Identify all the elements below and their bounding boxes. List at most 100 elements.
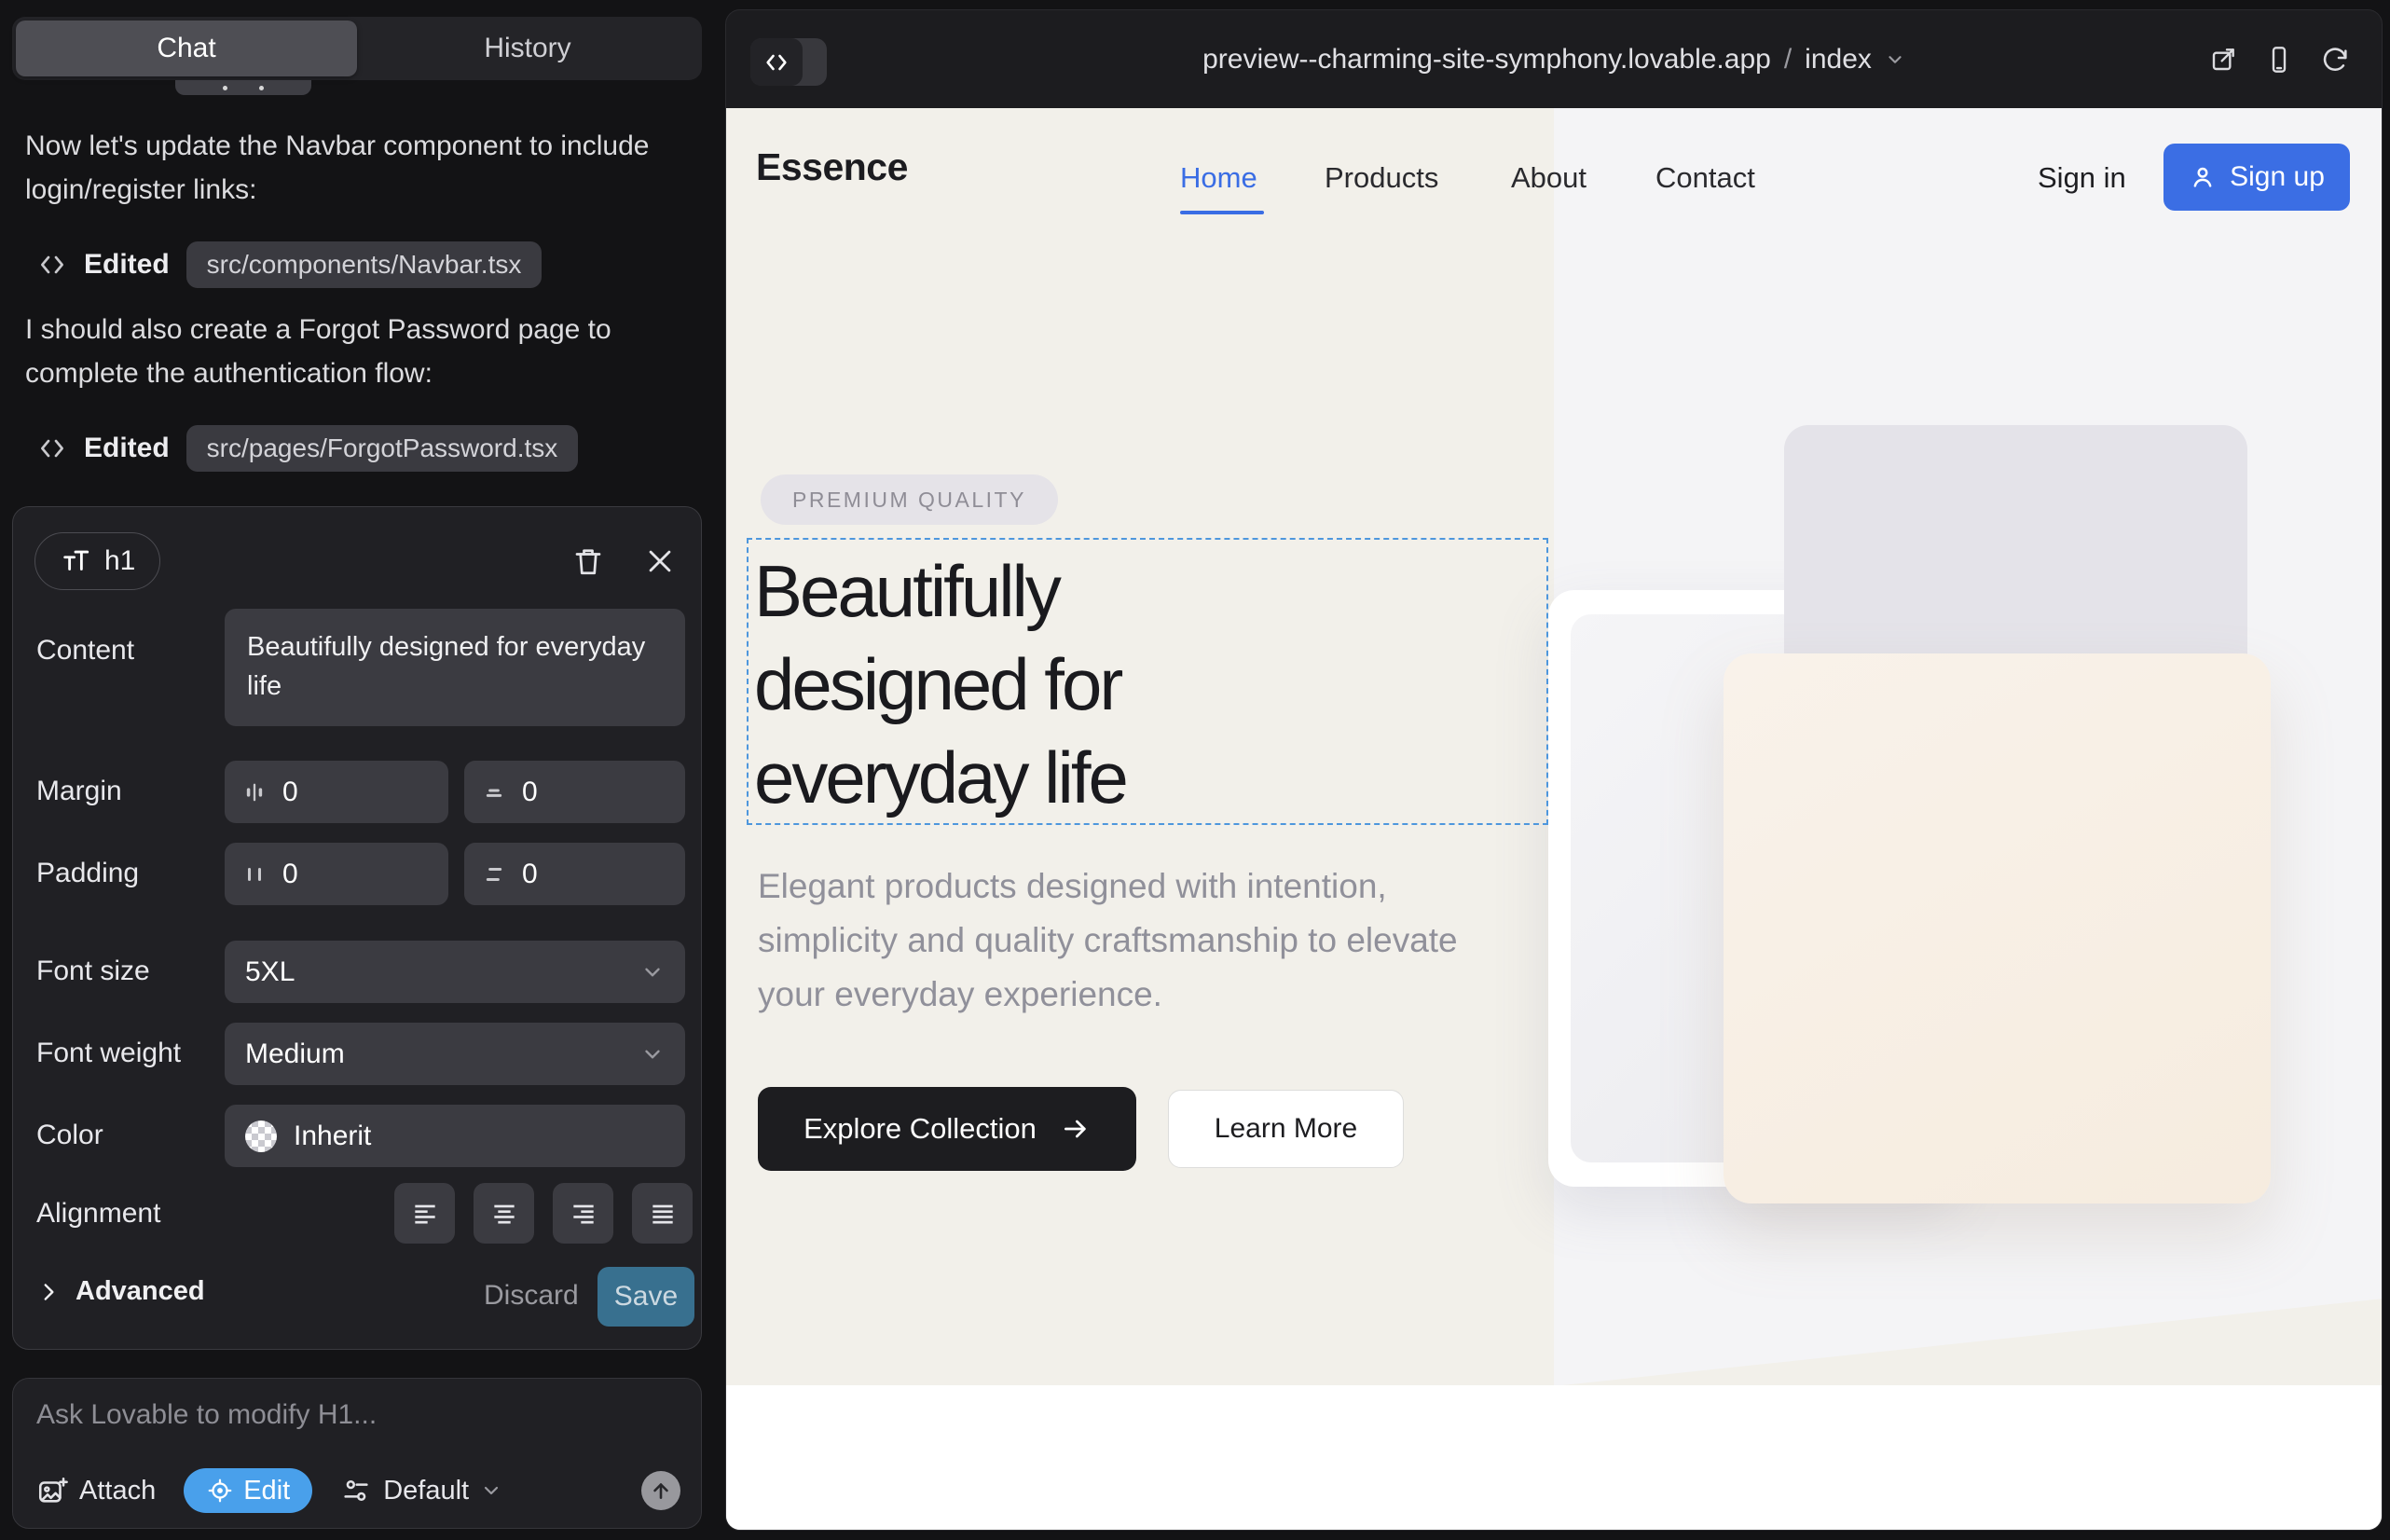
selected-element-tag: h1 [104, 545, 135, 577]
sliders-icon [340, 1475, 372, 1506]
font-size-value: 5XL [245, 956, 295, 988]
typography-icon [60, 545, 91, 577]
delete-element-button[interactable] [568, 541, 609, 582]
target-icon [206, 1477, 234, 1505]
align-center-button[interactable] [474, 1183, 534, 1244]
open-external-button[interactable] [2208, 45, 2238, 75]
advanced-toggle[interactable]: Advanced [36, 1276, 205, 1307]
padding-y-input[interactable]: 0 [464, 843, 685, 905]
padding-x-value: 0 [282, 859, 298, 890]
font-weight-label: Font weight [36, 1038, 181, 1069]
code-preview-toggle[interactable] [750, 38, 827, 86]
arrow-right-icon [1061, 1114, 1091, 1144]
padding-vertical-icon [481, 861, 507, 887]
sign-up-label: Sign up [2230, 161, 2325, 193]
padding-y-value: 0 [522, 859, 538, 890]
preview-path[interactable]: index [1805, 44, 1872, 76]
preview-url[interactable]: preview--charming-site-symphony.lovable.… [1202, 44, 1771, 76]
model-selector-label: Default [383, 1476, 469, 1506]
edit-mode-label: Edit [243, 1476, 290, 1506]
save-button[interactable]: Save [598, 1267, 694, 1327]
code-icon [37, 433, 67, 463]
code-icon [37, 250, 67, 280]
sidebar-tab-bar: Chat History [12, 17, 702, 80]
composer: Attach Edit Default [12, 1378, 702, 1529]
margin-horizontal-icon [241, 779, 268, 805]
tab-chat[interactable]: Chat [16, 21, 357, 76]
site-viewport: Essence Home Products About Contact Sign… [726, 108, 2382, 1530]
composer-toolbar: Attach Edit Default [36, 1467, 680, 1514]
selected-element-chip[interactable]: h1 [34, 532, 160, 590]
explore-collection-button[interactable]: Explore Collection [758, 1087, 1136, 1171]
file-chip[interactable]: src/pages/ForgotPassword.tsx [186, 425, 579, 472]
font-weight-value: Medium [245, 1038, 345, 1070]
attach-image-icon [36, 1475, 68, 1506]
chevron-right-icon [36, 1280, 61, 1304]
font-size-select[interactable]: 5XL [225, 941, 685, 1003]
align-justify-button[interactable] [632, 1183, 693, 1244]
font-weight-select[interactable]: Medium [225, 1023, 685, 1085]
user-icon [2189, 163, 2217, 191]
preview-url-bar: preview--charming-site-symphony.lovable.… [726, 10, 2382, 108]
nav-link-about[interactable]: About [1511, 161, 1586, 195]
attach-label: Attach [79, 1476, 156, 1506]
nav-link-products[interactable]: Products [1325, 161, 1438, 195]
learn-more-button[interactable]: Learn More [1168, 1090, 1404, 1168]
attach-button[interactable]: Attach [36, 1475, 156, 1506]
nav-link-home[interactable]: Home [1180, 161, 1257, 195]
explore-collection-label: Explore Collection [804, 1112, 1037, 1146]
discard-button[interactable]: Discard [484, 1280, 579, 1312]
mobile-view-button[interactable] [2264, 45, 2294, 75]
content-field-label: Content [36, 635, 134, 667]
color-value: Inherit [294, 1121, 371, 1152]
margin-y-input[interactable]: 0 [464, 761, 685, 823]
margin-vertical-icon [481, 779, 507, 805]
tab-history[interactable]: History [357, 21, 698, 76]
refresh-button[interactable] [2320, 45, 2350, 75]
chevron-down-icon [640, 1042, 665, 1066]
margin-field-label: Margin [36, 776, 122, 807]
padding-field-label: Padding [36, 858, 139, 889]
color-swatch-transparent [245, 1121, 277, 1152]
model-selector[interactable]: Default [340, 1475, 502, 1506]
edited-file-row: Edited src/components/Navbar.tsx [37, 241, 542, 289]
content-input[interactable]: Beautifully designed for everyday life [225, 609, 685, 726]
padding-x-input[interactable]: 0 [225, 843, 448, 905]
close-panel-button[interactable] [639, 541, 680, 582]
site-logo[interactable]: Essence [756, 145, 908, 189]
color-select[interactable]: Inherit [225, 1105, 685, 1167]
chat-message: Now let's update the Navbar component to… [25, 124, 694, 212]
alignment-field-label: Alignment [36, 1198, 160, 1230]
margin-x-input[interactable]: 0 [225, 761, 448, 823]
nav-link-contact[interactable]: Contact [1655, 161, 1755, 195]
margin-x-value: 0 [282, 777, 298, 808]
align-right-button[interactable] [553, 1183, 613, 1244]
chevron-down-icon [640, 960, 665, 984]
edit-mode-button[interactable]: Edit [184, 1468, 312, 1513]
margin-y-value: 0 [522, 777, 538, 808]
code-icon [750, 38, 803, 86]
element-editor-panel: h1 Content Beautifully designed for ever… [12, 506, 702, 1350]
active-nav-underline [1180, 211, 1264, 214]
sign-up-button[interactable]: Sign up [2163, 144, 2350, 211]
edited-label: Edited [84, 249, 170, 281]
padding-horizontal-icon [241, 861, 268, 887]
chevron-down-icon[interactable] [1885, 49, 1905, 70]
chat-message: I should also create a Forgot Password p… [25, 308, 694, 395]
hero-headline[interactable]: Beautifully designed for everyday life [754, 544, 1126, 824]
font-size-label: Font size [36, 956, 150, 987]
preview-frame: preview--charming-site-symphony.lovable.… [725, 9, 2383, 1531]
hero-description: Elegant products designed with intention… [758, 859, 1532, 1022]
next-section-background [726, 1385, 2382, 1530]
decor-card-peach [1724, 653, 2271, 1203]
color-field-label: Color [36, 1120, 103, 1151]
scrolled-badge-partial [175, 80, 311, 95]
preview-actions [2208, 45, 2350, 75]
composer-input[interactable] [36, 1399, 670, 1431]
file-chip[interactable]: src/components/Navbar.tsx [186, 241, 543, 288]
send-button[interactable] [641, 1471, 680, 1510]
chevron-down-icon [480, 1479, 502, 1502]
edited-label: Edited [84, 433, 170, 464]
align-left-button[interactable] [394, 1183, 455, 1244]
sign-in-link[interactable]: Sign in [2038, 161, 2126, 195]
